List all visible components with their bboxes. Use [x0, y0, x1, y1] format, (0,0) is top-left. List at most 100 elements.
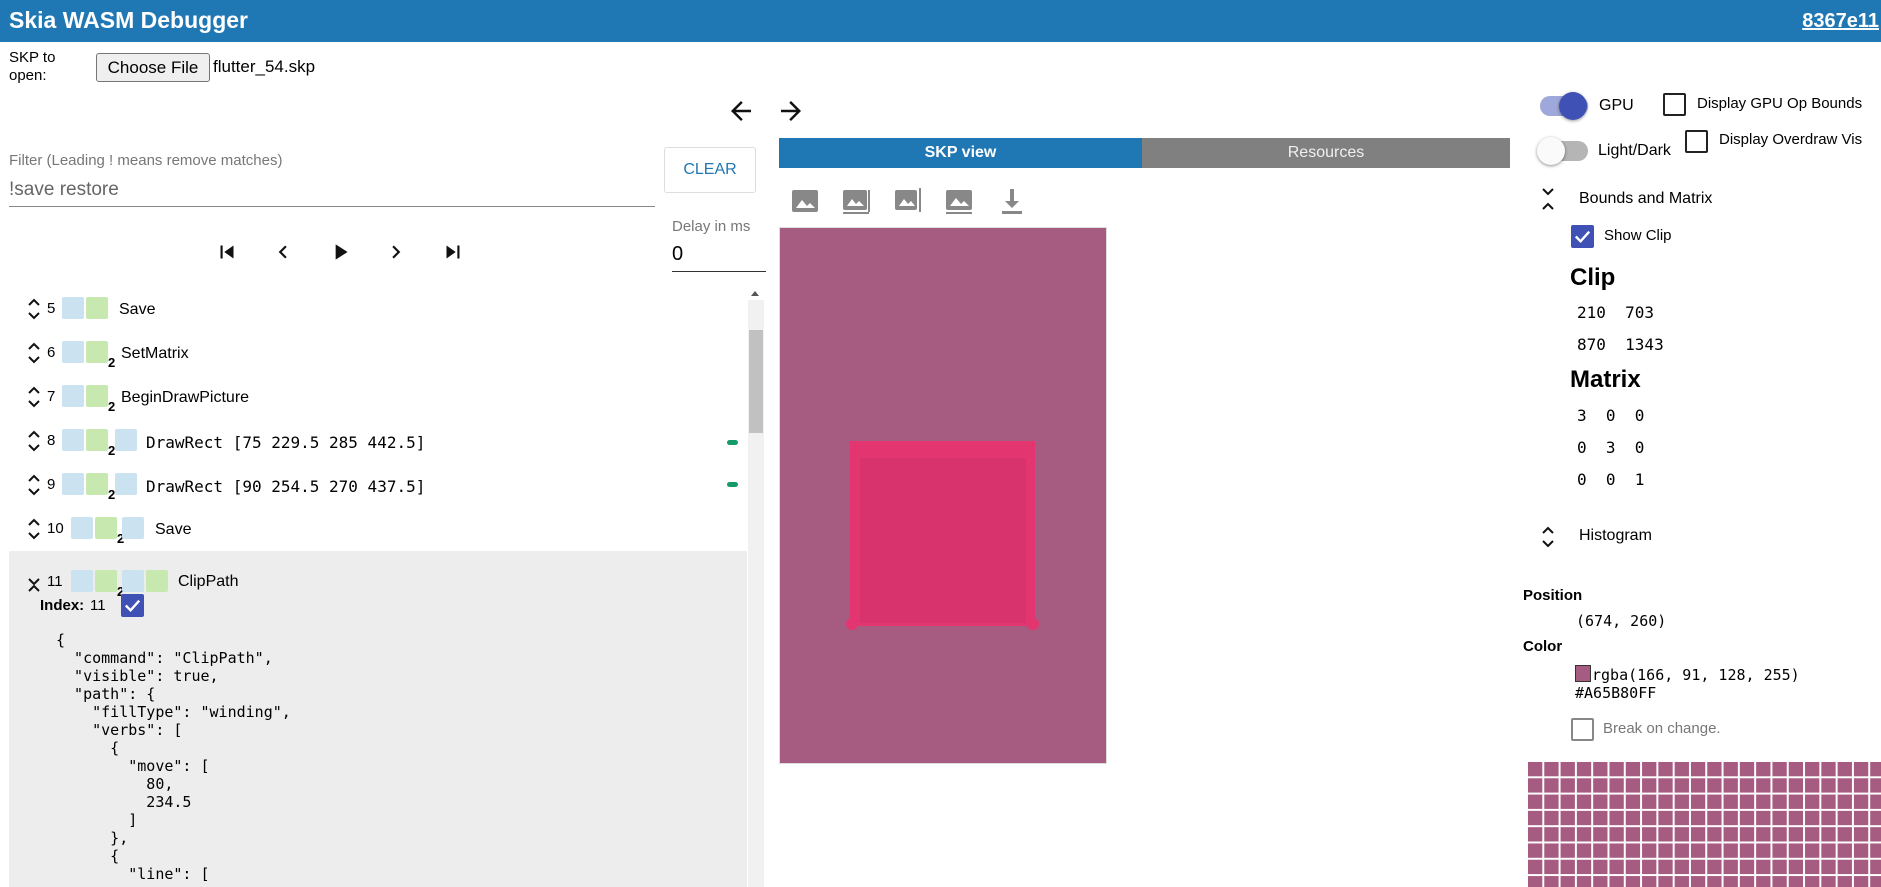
chevron-right-icon [392, 245, 401, 259]
filter-input[interactable] [9, 174, 655, 207]
show-clip-label: Show Clip [1604, 227, 1672, 244]
color-label: Color [1523, 638, 1563, 655]
command-index: 10 [47, 520, 64, 537]
command-name: Save [155, 521, 192, 538]
command-index: 6 [47, 344, 56, 361]
command-row[interactable]: 9 2 DrawRect [90 254.5 270 437.5] [9, 463, 747, 507]
file-name: flutter_54.skp [213, 57, 316, 76]
command-json: { "command": "ClipPath", "visible": true… [56, 631, 291, 883]
image-icon [71, 517, 93, 539]
play-icon [335, 244, 348, 260]
break-on-change-label: Break on change. [1603, 720, 1721, 737]
image-icon [71, 570, 93, 592]
expand-toggle-icon[interactable] [27, 429, 41, 453]
save-count: 2 [108, 355, 116, 370]
tab-resources[interactable]: Resources [1142, 138, 1510, 168]
clip-heading: Clip [1570, 264, 1616, 291]
command-name: SetMatrix [121, 345, 189, 362]
index-value: 11 [90, 597, 106, 614]
command-row-selected[interactable]: 11 2 ClipPath [9, 551, 747, 599]
skip-to-start-button[interactable] [212, 237, 242, 267]
command-row[interactable]: 5 Save [9, 287, 747, 331]
color-hex: #A65B80FF [1575, 684, 1657, 702]
tab-skp-view[interactable]: SKP view [779, 138, 1142, 168]
show-clip-checkbox[interactable] [1571, 225, 1594, 248]
expand-toggle-icon[interactable] [27, 517, 41, 541]
step-forward-button[interactable] [381, 237, 411, 267]
position-value: (674, 260) [1576, 612, 1667, 630]
skip-next-icon [446, 245, 460, 259]
arrow-back-icon[interactable] [726, 96, 756, 126]
image-icon [62, 385, 84, 407]
gpu-op-bounds-checkbox[interactable] [1663, 93, 1686, 116]
skp-file-label: SKP to open: [9, 49, 56, 84]
light-dark-label: Light/Dark [1598, 142, 1671, 159]
command-row[interactable]: 8 2 DrawRect [75 229.5 285 442.5] [9, 419, 747, 463]
command-row[interactable]: 7 2 BeginDrawPicture [9, 375, 747, 419]
matrix-heading: Matrix [1570, 366, 1641, 393]
command-name: Save [119, 301, 156, 318]
color-rgba: rgba(166, 91, 128, 255) [1592, 666, 1800, 684]
break-on-change-checkbox[interactable] [1571, 718, 1594, 741]
clip-row: 870 1343 [1577, 335, 1664, 354]
command-index: 11 [47, 573, 63, 590]
overdraw-checkbox[interactable] [1685, 130, 1708, 153]
chevron-left-icon [278, 245, 287, 259]
collapse-toggle-icon[interactable] [1541, 186, 1555, 212]
command-marker [727, 440, 738, 445]
expand-toggle-icon[interactable] [27, 341, 41, 365]
clear-filter-button[interactable]: CLEAR [664, 147, 756, 193]
delay-input[interactable] [672, 238, 766, 272]
scroll-up-icon[interactable] [748, 287, 762, 299]
image-left-icon[interactable] [841, 186, 871, 216]
skip-to-end-button[interactable] [438, 237, 468, 267]
command-marker [727, 482, 738, 487]
command-index: 7 [47, 388, 56, 405]
canvas-rect-inner [860, 458, 1026, 623]
gpu-op-bounds-label: Display GPU Op Bounds [1697, 95, 1863, 112]
collapse-toggle-icon[interactable] [27, 569, 41, 593]
image-right-icon[interactable] [893, 186, 923, 216]
version-link[interactable]: 8367e11 [1802, 10, 1879, 33]
save-icon [86, 341, 108, 363]
expand-toggle-icon[interactable] [27, 473, 41, 497]
image-icon [62, 297, 84, 319]
scrollbar-thumb[interactable] [749, 330, 763, 433]
image-icon [115, 473, 137, 495]
play-button[interactable] [325, 237, 355, 267]
expand-toggle-icon[interactable] [27, 297, 41, 321]
command-row[interactable]: 6 2 SetMatrix [9, 331, 747, 375]
app-header: Skia WASM Debugger 8367e11 [0, 0, 1881, 42]
image-icon [62, 429, 84, 451]
command-name: ClipPath [178, 573, 239, 590]
download-icon[interactable] [997, 186, 1027, 216]
expand-toggle-icon[interactable] [1541, 524, 1555, 550]
save-icon [95, 517, 117, 539]
command-name: DrawRect [90 254.5 270 437.5] [146, 477, 426, 496]
step-back-button[interactable] [268, 237, 298, 267]
image-icon[interactable] [790, 186, 820, 216]
image-icon [62, 473, 84, 495]
gpu-label: GPU [1599, 97, 1634, 114]
clip-corner-dot [1027, 618, 1039, 630]
index-label: Index: [40, 597, 85, 614]
image-bottom-icon[interactable] [944, 186, 974, 216]
gpu-toggle-knob[interactable] [1559, 92, 1587, 120]
position-label: Position [1523, 587, 1583, 604]
arrow-forward-icon[interactable] [776, 96, 806, 126]
save-count: 2 [108, 399, 116, 414]
pixel-zoom-grid[interactable] [1524, 758, 1881, 887]
save-icon [86, 429, 108, 451]
image-icon [122, 517, 144, 539]
image-icon [115, 429, 137, 451]
bounds-matrix-label: Bounds and Matrix [1579, 190, 1713, 207]
light-dark-toggle-knob[interactable] [1537, 137, 1565, 165]
histogram-label: Histogram [1579, 527, 1652, 544]
command-row[interactable]: 10 2 Save [9, 507, 747, 551]
save-icon [146, 570, 168, 592]
expand-toggle-icon[interactable] [27, 385, 41, 409]
clip-corner-dot [846, 618, 858, 630]
choose-file-button[interactable]: Choose File [96, 53, 210, 82]
index-checkbox[interactable] [121, 594, 144, 617]
command-index: 9 [47, 476, 56, 493]
